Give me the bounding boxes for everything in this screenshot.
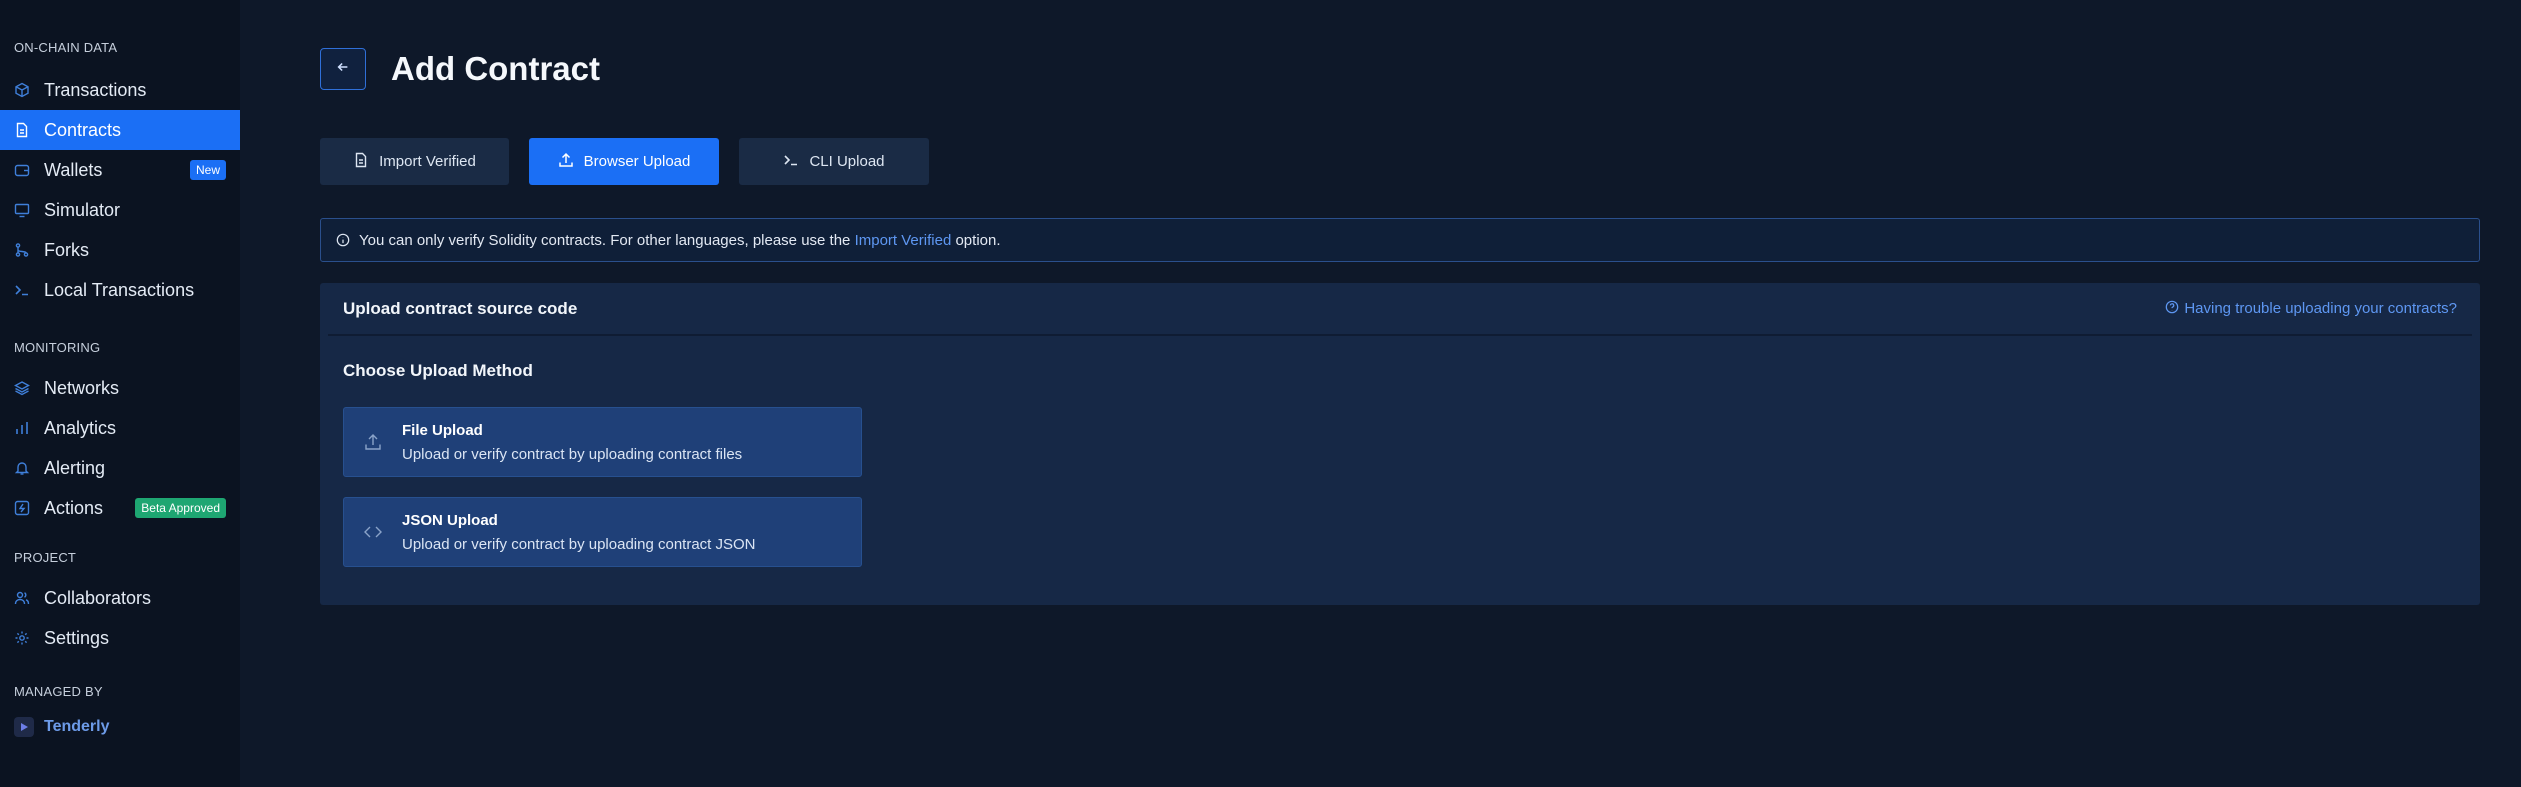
sidebar-item-local-transactions[interactable]: Local Transactions [0,270,240,310]
fork-icon [14,242,30,258]
bar-chart-icon [14,420,30,436]
upload-method-title: Choose Upload Method [343,361,533,380]
option-text: File Upload Upload or verify contract by… [402,422,742,463]
lightning-icon [14,500,30,516]
section-label-managed-by: MANAGED BY [14,684,103,699]
sidebar: ON-CHAIN DATA Transactions Contracts Wal… [0,0,240,787]
tenderly-logo-icon [14,717,34,737]
option-title: JSON Upload [402,511,498,529]
sidebar-item-forks[interactable]: Forks [0,230,240,270]
panel-header: Upload contract source code Having troub… [328,283,2472,336]
sidebar-item-alerting[interactable]: Alerting [0,448,240,488]
upload-icon [558,152,584,172]
option-description: Upload or verify contract by uploading c… [402,445,743,463]
file-icon [353,152,379,172]
sidebar-item-label: Contracts [44,119,122,140]
file-upload-option[interactable]: File Upload Upload or verify contract by… [343,407,862,477]
section-label-monitoring: MONITORING [14,340,101,355]
code-icon [344,522,402,542]
option-description: Upload or verify contract by uploading c… [402,535,756,553]
tab-cli-upload[interactable]: CLI Upload [739,138,929,185]
help-link-text: Having trouble uploading your contracts? [2184,300,2457,317]
import-verified-link[interactable]: Import Verified [855,232,952,249]
new-badge: New [189,160,226,180]
option-text: JSON Upload Upload or verify contract by… [402,512,756,553]
sidebar-item-simulator[interactable]: Simulator [0,190,240,230]
sidebar-item-label: Settings [44,627,110,648]
panel-title: Upload contract source code [343,298,578,318]
sidebar-item-label: Analytics [44,417,117,438]
document-icon [14,122,30,138]
main-content: Add Contract Import Verified Browser Upl… [240,0,2521,787]
help-link[interactable]: Having trouble uploading your contracts? [2165,300,2457,318]
gear-icon [14,630,30,646]
tab-label: CLI Upload [809,153,885,170]
sidebar-item-label: Actions [44,497,104,518]
sidebar-item-collaborators[interactable]: Collaborators [0,578,240,618]
bell-icon [14,460,30,476]
upload-tabs: Import Verified Browser Upload CLI Uploa… [320,138,949,185]
arrow-left-icon [336,60,350,79]
section-label-project: PROJECT [14,550,77,565]
info-text-after: option. [951,231,1001,249]
terminal-icon [783,152,809,172]
cube-icon [14,82,30,98]
info-text-before: You can only verify Solidity contracts. … [359,231,855,249]
sidebar-item-label: Collaborators [44,587,152,608]
question-circle-icon [2165,300,2184,318]
tab-label: Import Verified [379,153,476,170]
info-banner: You can only verify Solidity contracts. … [320,218,2480,262]
layers-icon [14,380,30,396]
sidebar-item-label: Local Transactions [44,279,195,300]
wallet-icon [14,162,30,178]
sidebar-item-wallets[interactable]: Wallets New [0,150,240,190]
sidebar-item-analytics[interactable]: Analytics [0,408,240,448]
users-icon [14,590,30,606]
monitor-icon [14,202,30,218]
sidebar-item-transactions[interactable]: Transactions [0,70,240,110]
upload-panel: Upload contract source code Having troub… [320,283,2480,605]
sidebar-item-networks[interactable]: Networks [0,368,240,408]
json-upload-option[interactable]: JSON Upload Upload or verify contract by… [343,497,862,567]
option-title: File Upload [402,421,483,439]
info-icon [336,233,350,247]
beta-approved-badge: Beta Approved [135,498,226,518]
tab-browser-upload[interactable]: Browser Upload [529,138,719,185]
sidebar-item-actions[interactable]: Actions Beta Approved [0,488,240,528]
back-button[interactable] [320,48,366,90]
page-title: Add Contract [391,50,600,87]
tab-import-verified[interactable]: Import Verified [320,138,509,185]
terminal-icon [14,282,30,298]
sidebar-item-settings[interactable]: Settings [0,618,240,658]
sidebar-item-label: Networks [44,377,120,398]
sidebar-item-label: Forks [44,239,89,260]
sidebar-item-label: Wallets [44,159,103,180]
brand-name: Tenderly [44,718,110,735]
tenderly-brand[interactable]: Tenderly [0,710,240,744]
sidebar-item-label: Alerting [44,457,106,478]
sidebar-item-label: Transactions [44,79,147,100]
sidebar-item-contracts[interactable]: Contracts [0,110,240,150]
tab-label: Browser Upload [583,153,691,170]
app-root: ON-CHAIN DATA Transactions Contracts Wal… [0,0,2521,787]
upload-icon [344,432,402,452]
sidebar-item-label: Simulator [44,199,121,220]
section-label-on-chain-data: ON-CHAIN DATA [14,40,118,55]
